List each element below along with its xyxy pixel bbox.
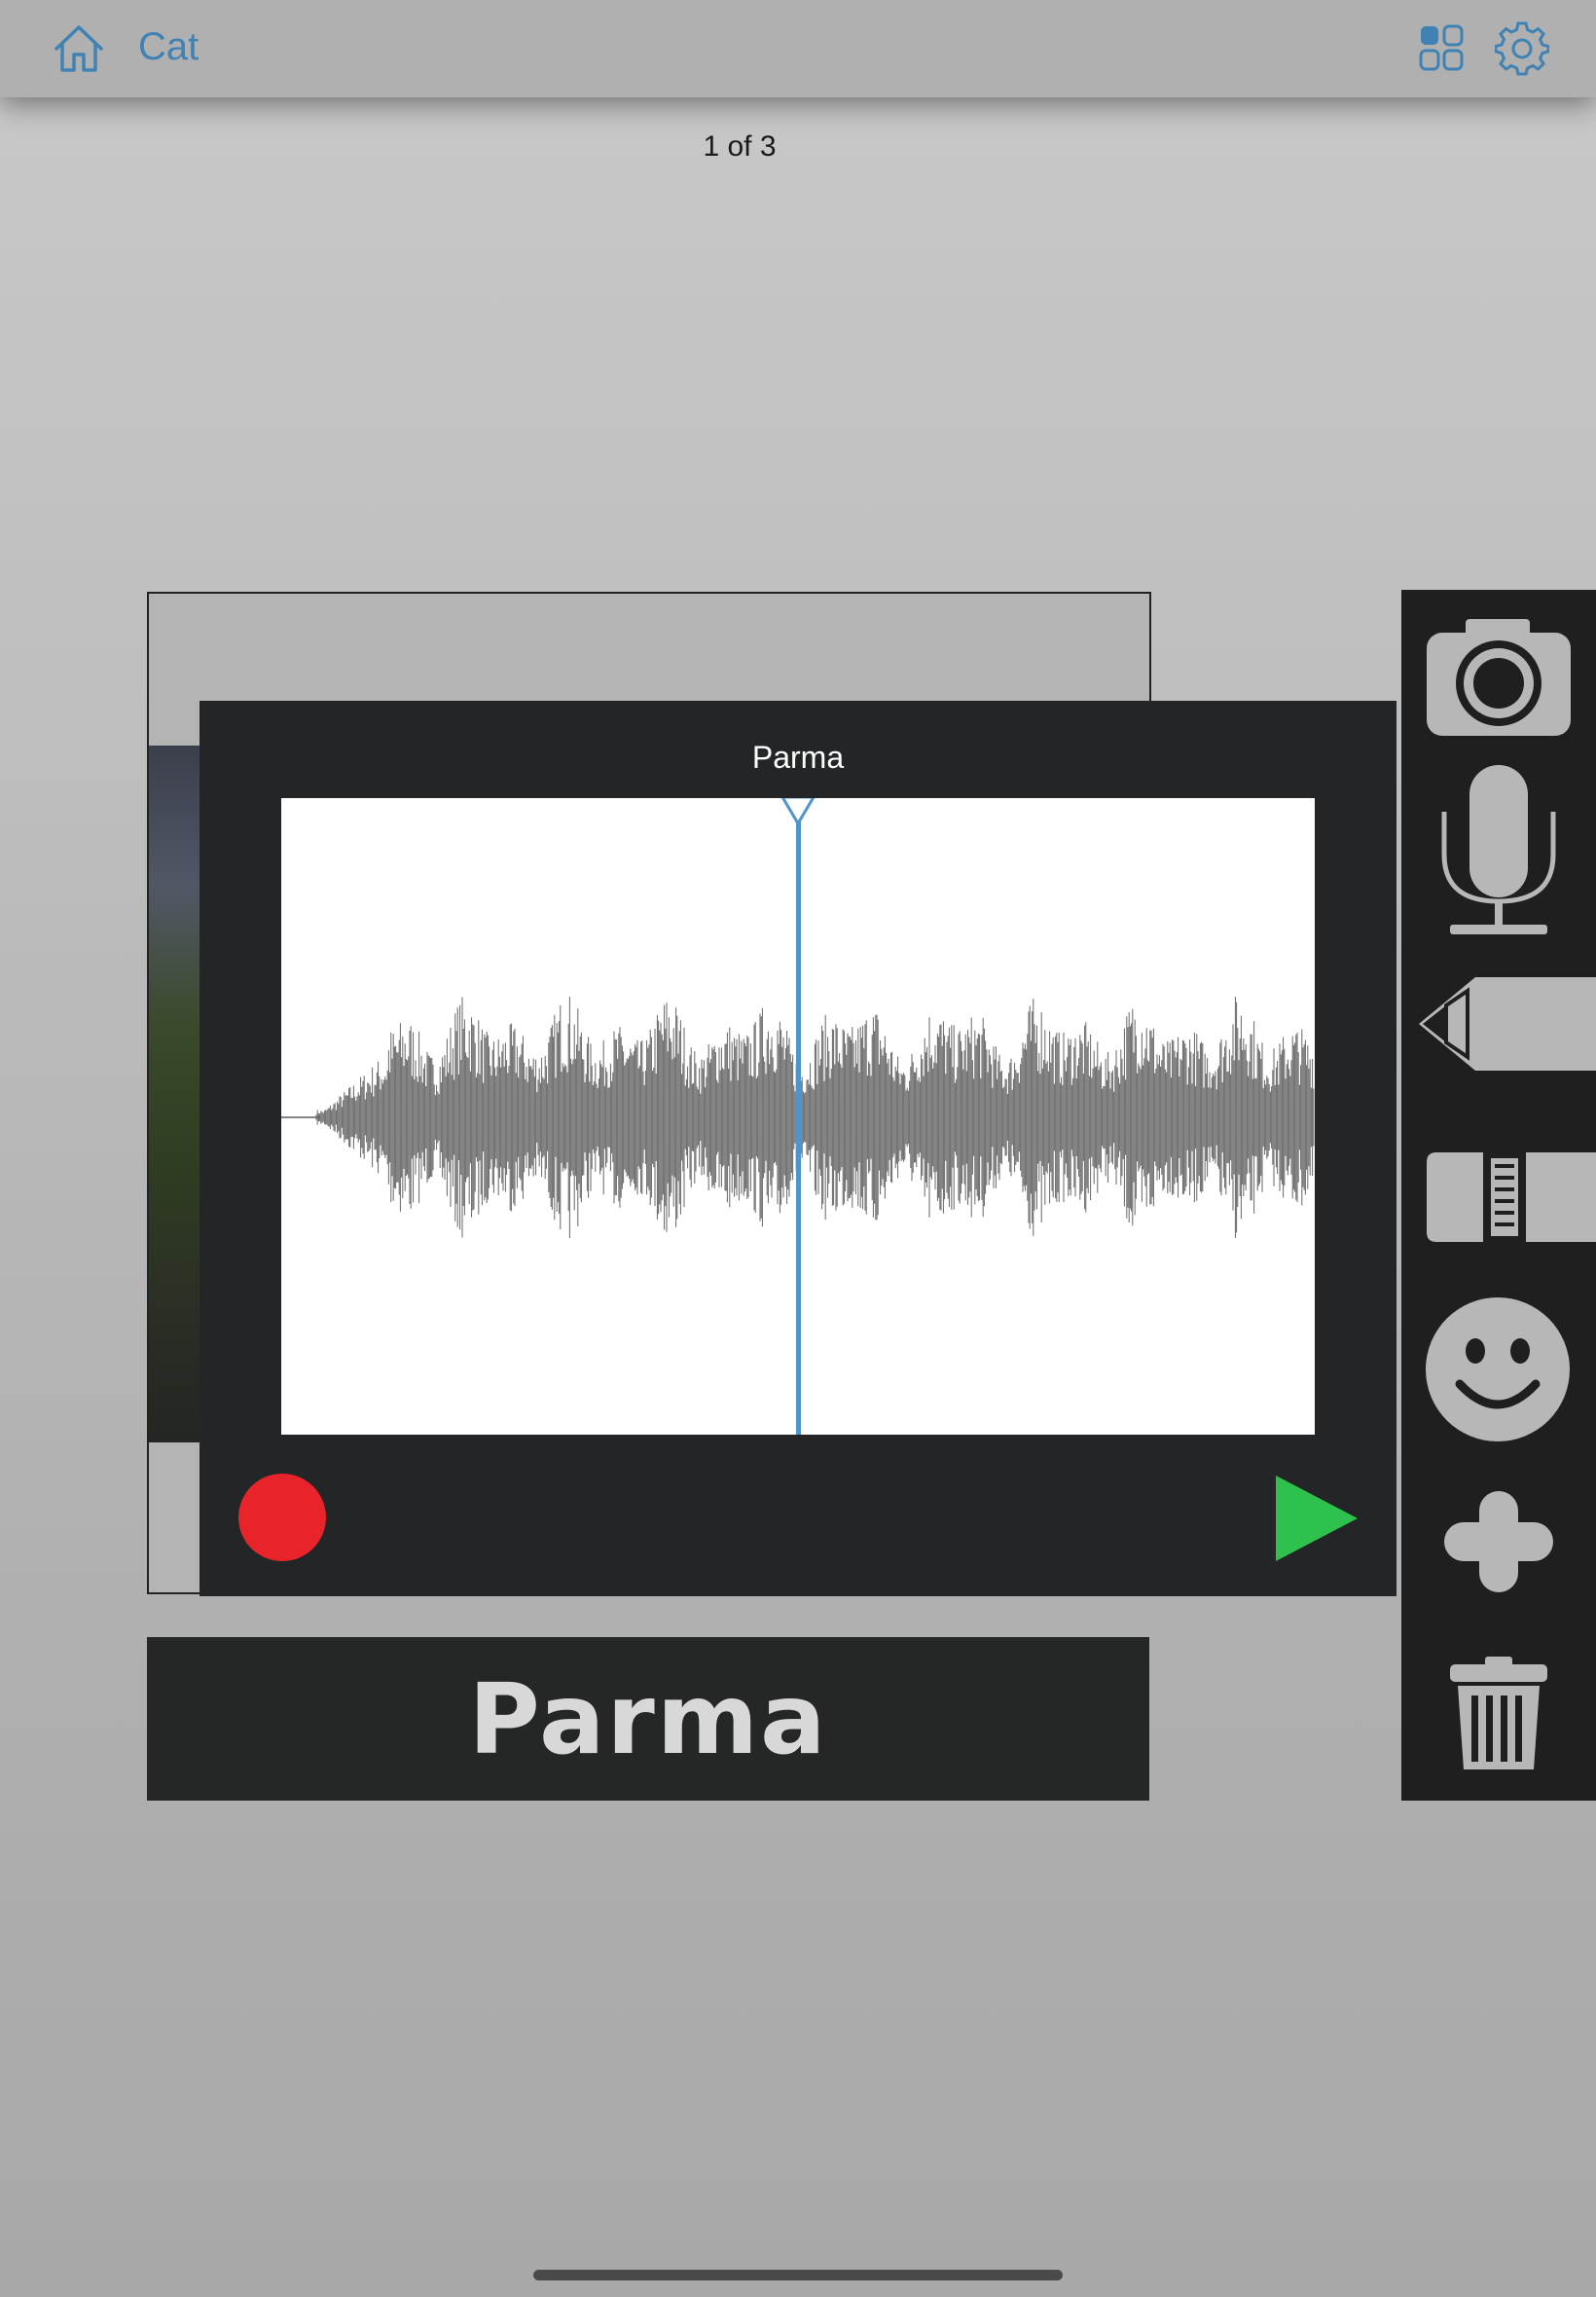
- pencil-icon[interactable]: [1419, 973, 1596, 1075]
- tool-palette: [1401, 590, 1596, 1801]
- page-title: Cat: [138, 25, 200, 68]
- microphone-icon[interactable]: [1438, 765, 1559, 936]
- record-button[interactable]: [238, 1474, 326, 1561]
- play-button[interactable]: [1272, 1472, 1361, 1565]
- camera-icon[interactable]: [1427, 619, 1571, 738]
- playhead[interactable]: [796, 798, 801, 1435]
- grid-icon[interactable]: [1419, 23, 1464, 72]
- home-icon[interactable]: [53, 23, 105, 74]
- recording-name: Parma: [751, 740, 845, 775]
- home-indicator: [533, 2270, 1063, 2280]
- gear-icon[interactable]: [1495, 21, 1549, 76]
- eraser-icon[interactable]: [1427, 1145, 1596, 1246]
- caption-bar[interactable]: Parma: [147, 1637, 1149, 1801]
- page-indicator: 1 of 3: [703, 130, 777, 163]
- playhead-handle-icon[interactable]: [780, 798, 816, 825]
- plus-icon[interactable]: [1444, 1491, 1553, 1592]
- trash-icon[interactable]: [1450, 1657, 1547, 1771]
- caption-text: Parma: [468, 1661, 828, 1776]
- waveform-display[interactable]: [281, 798, 1315, 1435]
- audio-recorder-panel: Parma: [200, 701, 1396, 1596]
- emoji-icon[interactable]: [1425, 1296, 1571, 1442]
- card-photo: [149, 746, 207, 1442]
- top-bar: Cat: [0, 0, 1596, 97]
